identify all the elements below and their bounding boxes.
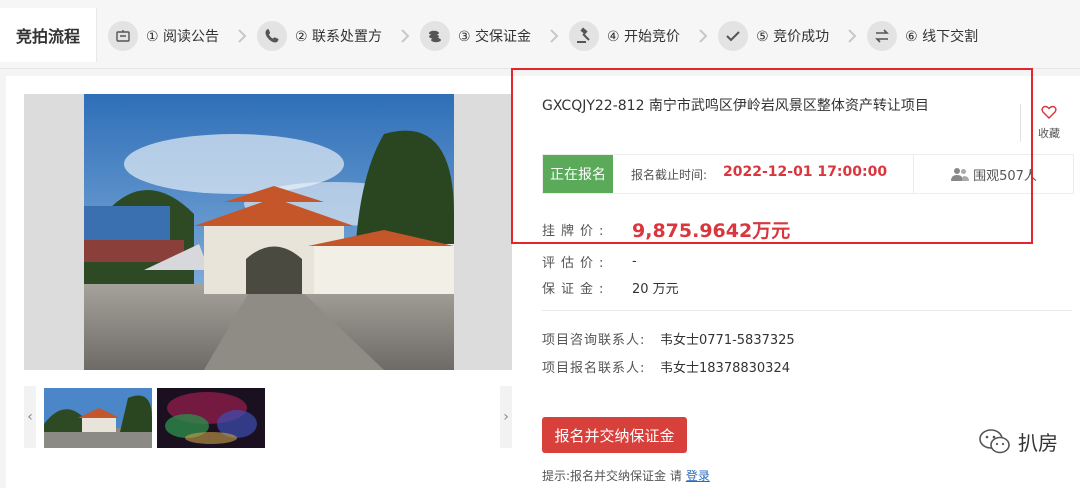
deadline-label: 报名截止时间: — [631, 168, 708, 182]
listing-price-label: 挂牌价: — [542, 223, 610, 239]
heart-icon — [1041, 105, 1057, 119]
appraisal-row: 评估价: - — [542, 251, 637, 271]
wechat-icon — [979, 428, 1010, 453]
chevron-right-icon — [237, 28, 247, 44]
step-label: ⑥ 线下交割 — [905, 29, 979, 45]
appraisal-value: - — [632, 253, 637, 269]
wechat-watermark: 扒房 — [978, 427, 1058, 456]
signup-contact-value: 韦女士18378830324 — [660, 360, 790, 376]
signup-contact-row: 项目报名联系人: 韦女士18378830324 — [542, 356, 790, 376]
status-badge: 正在报名 — [543, 155, 613, 193]
project-title: GXCQJY22-812 南宁市武鸣区伊岭岩风景区整体资产转让项目 — [542, 98, 929, 114]
viewers-count: 围观507人 — [913, 155, 1074, 193]
login-hint: 提示:报名并交纳保证金 请登录 — [542, 467, 710, 484]
chevron-right-icon — [698, 28, 708, 44]
listing-price-row: 挂牌价: 9,875.9642万元 — [542, 216, 790, 242]
chevron-right-icon: › — [503, 409, 509, 425]
chevron-right-icon — [549, 28, 559, 44]
deposit-row: 保证金: 20 万元 — [542, 277, 679, 297]
coins-icon — [420, 21, 451, 51]
auction-process-bar: 竞拍流程 ① 阅读公告 ② 联系处置方 ③ 交保证金 ④ 开始竞价 ⑤ 竞价成功… — [0, 0, 1080, 69]
thumbnail-strip: ‹ › — [24, 386, 512, 450]
status-row: 正在报名 报名截止时间: 2022-12-01 17:00:00 围观507人 — [542, 154, 1074, 194]
project-detail-card: ‹ › GXCQJY22-812 南宁市武鸣区伊岭岩风景区整体资产转让项目 收藏… — [6, 76, 1080, 488]
process-steps: ① 阅读公告 ② 联系处置方 ③ 交保证金 ④ 开始竞价 ⑤ 竞价成功 ⑥ 线下… — [108, 16, 984, 56]
check-icon — [718, 21, 749, 51]
thumbnail-gate-photo[interactable] — [42, 386, 154, 450]
signup-and-pay-deposit-button[interactable]: 报名并交纳保证金 — [542, 417, 687, 453]
exchange-icon — [867, 21, 898, 51]
phone-icon — [257, 21, 288, 51]
chevron-right-icon — [847, 28, 857, 44]
step-pay-deposit[interactable]: ③ 交保证金 — [420, 16, 531, 56]
listing-price-value: 9,875.9642万元 — [632, 219, 791, 242]
consult-contact-label: 项目咨询联系人: — [542, 332, 646, 348]
login-hint-text: 提示:报名并交纳保证金 请 — [542, 469, 682, 483]
signup-contact-label: 项目报名联系人: — [542, 360, 646, 376]
favorite-button[interactable]: 收藏 — [1020, 104, 1077, 142]
gavel-icon — [569, 21, 600, 51]
step-label: ④ 开始竞价 — [607, 29, 681, 45]
chevron-right-icon — [400, 28, 410, 44]
step-label: ③ 交保证金 — [458, 29, 532, 45]
step-offline-settlement[interactable]: ⑥ 线下交割 — [867, 16, 978, 56]
login-link[interactable]: 登录 — [686, 469, 710, 483]
step-start-bidding[interactable]: ④ 开始竞价 — [569, 16, 680, 56]
main-photo[interactable] — [24, 94, 512, 370]
process-title: 竞拍流程 — [0, 8, 97, 62]
deposit-label: 保证金: — [542, 281, 610, 297]
watermark-text: 扒房 — [1018, 431, 1058, 455]
consult-contact-value: 韦女士0771-5837325 — [660, 332, 795, 348]
favorite-label: 收藏 — [1038, 127, 1060, 140]
step-label: ⑤ 竞价成功 — [756, 29, 830, 45]
viewers-label: 围观507人 — [973, 168, 1037, 184]
thumbnail-next-button[interactable]: › — [500, 386, 512, 448]
step-label: ② 联系处置方 — [295, 29, 383, 45]
thumbnail-prev-button[interactable]: ‹ — [24, 386, 36, 448]
deadline-value: 2022-12-01 17:00:00 — [723, 164, 888, 180]
step-label: ① 阅读公告 — [146, 29, 220, 45]
people-icon — [951, 168, 970, 181]
chevron-left-icon: ‹ — [27, 409, 33, 425]
notice-icon — [108, 21, 138, 51]
step-read-notice[interactable]: ① 阅读公告 — [108, 16, 219, 56]
step-contact-disposer[interactable]: ② 联系处置方 — [257, 16, 382, 56]
step-bid-success[interactable]: ⑤ 竞价成功 — [718, 16, 829, 56]
appraisal-label: 评估价: — [542, 255, 610, 271]
divider — [542, 310, 1072, 311]
thumbnail-cave-photo[interactable] — [157, 388, 265, 448]
deposit-value: 20 万元 — [632, 281, 679, 297]
consult-contact-row: 项目咨询联系人: 韦女士0771-5837325 — [542, 328, 795, 348]
